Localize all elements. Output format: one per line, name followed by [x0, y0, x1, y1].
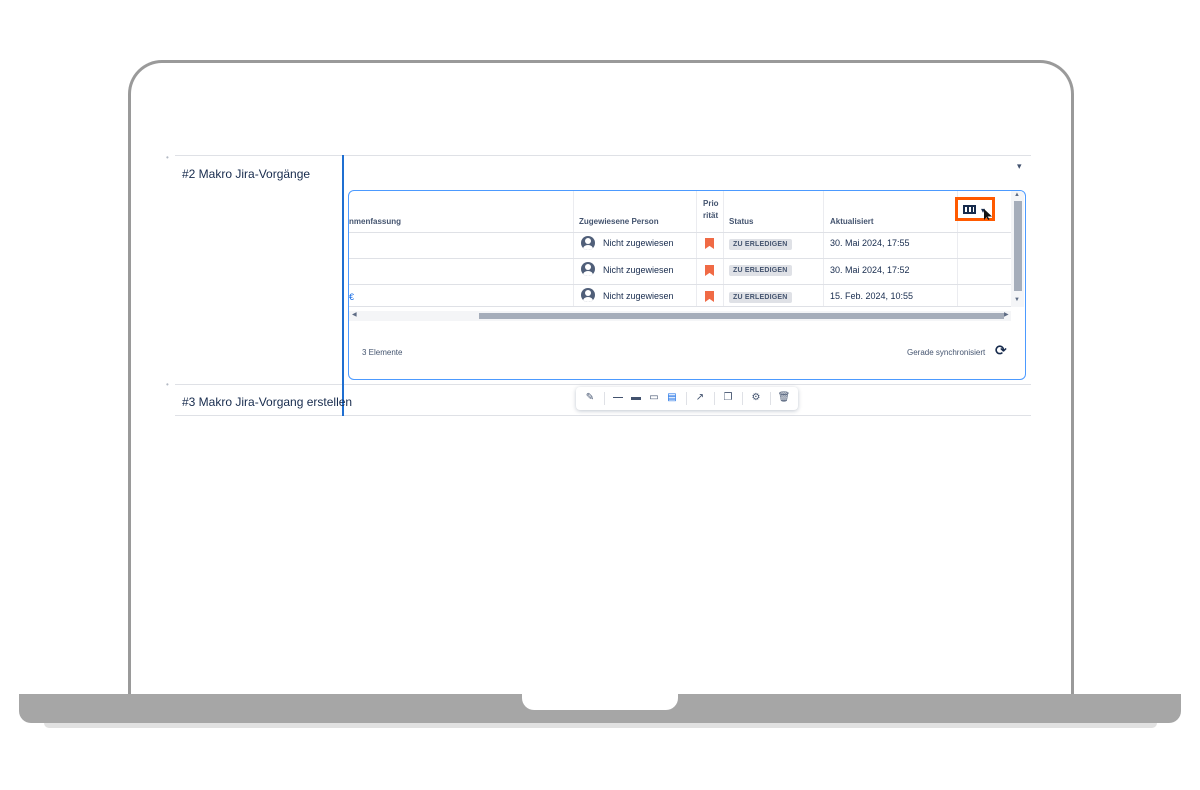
- column-divider: [342, 155, 344, 416]
- line-icon[interactable]: —: [610, 390, 626, 406]
- open-external-icon[interactable]: ↗: [692, 390, 708, 406]
- row-divider: [175, 415, 1031, 416]
- table-row-divider: [349, 258, 1011, 259]
- sync-icon[interactable]: ⟳: [995, 342, 1007, 359]
- settings-icon[interactable]: ⚙: [748, 390, 764, 406]
- inline-card-icon[interactable]: ▬: [628, 390, 644, 406]
- issues-grid: nmenfassung Zugewiesene Person Prio ritä…: [349, 191, 1011, 307]
- status-badge: ZU ERLEDIGEN: [729, 292, 792, 303]
- column-divider: [696, 191, 697, 307]
- row-updated: 30. Mai 2024, 17:55: [830, 238, 910, 248]
- macro-toolbar: ✎ — ▬ ▭ ▤ ↗ ❐ ⚙ 🗑: [576, 387, 798, 410]
- header-divider: [349, 232, 1011, 233]
- vertical-scrollbar[interactable]: ▲ ▼: [1011, 191, 1024, 307]
- header-priority[interactable]: Prio rität: [703, 198, 719, 222]
- toolbar-separator: [714, 392, 715, 405]
- priority-high-icon: [705, 291, 714, 302]
- scroll-up-icon[interactable]: ▲: [1014, 192, 1020, 198]
- row-label-create-issue: #3 Makro Jira-Vorgang erstellen: [182, 395, 353, 409]
- avatar-icon: [581, 288, 595, 302]
- delete-icon[interactable]: 🗑: [776, 390, 792, 406]
- table-bottom-divider: [349, 306, 1011, 307]
- mouse-cursor-icon: [984, 209, 992, 220]
- jira-issues-macro[interactable]: nmenfassung Zugewiesene Person Prio ritä…: [348, 190, 1026, 380]
- header-summary[interactable]: nmenfassung: [349, 216, 401, 228]
- status-badge: ZU ERLEDIGEN: [729, 239, 792, 250]
- toolbar-separator: [686, 392, 687, 405]
- header-updated[interactable]: Aktualisiert: [830, 216, 874, 228]
- row-summary[interactable]: €: [349, 292, 354, 302]
- toolbar-separator: [604, 392, 605, 405]
- row-assignee: Nicht zugewiesen: [603, 291, 674, 301]
- header-status[interactable]: Status: [729, 216, 753, 228]
- avatar-icon: [581, 236, 595, 250]
- item-count: 3 Elemente: [362, 348, 403, 357]
- header-assignee[interactable]: Zugewiesene Person: [579, 216, 659, 228]
- scroll-right-icon[interactable]: ▶: [1004, 311, 1009, 318]
- laptop-notch: [522, 693, 678, 710]
- embed-table-icon[interactable]: ▤: [664, 390, 680, 406]
- toolbar-separator: [742, 392, 743, 405]
- row-assignee: Nicht zugewiesen: [603, 238, 674, 248]
- status-badge: ZU ERLEDIGEN: [729, 265, 792, 276]
- horizontal-scrollbar[interactable]: ◀ ▶: [349, 311, 1011, 321]
- column-divider: [573, 191, 574, 307]
- laptop-base-shadow: [44, 723, 1157, 728]
- column-divider: [723, 191, 724, 307]
- row-handle[interactable]: •: [166, 153, 169, 162]
- row-updated: 15. Feb. 2024, 10:55: [830, 291, 914, 301]
- block-card-icon[interactable]: ▭: [646, 390, 662, 406]
- edit-icon[interactable]: ✎: [582, 390, 598, 406]
- row-divider: [175, 155, 1031, 156]
- chevron-down-icon[interactable]: ▾: [1017, 161, 1022, 172]
- avatar-icon: [581, 262, 595, 276]
- column-picker-button[interactable]: ▾: [955, 197, 995, 221]
- row-updated: 30. Mai 2024, 17:52: [830, 265, 910, 275]
- toolbar-separator: [770, 392, 771, 405]
- scroll-left-icon[interactable]: ◀: [352, 311, 357, 318]
- row-label-jira-issues: #2 Makro Jira-Vorgänge: [182, 167, 311, 181]
- row-assignee: Nicht zugewiesen: [603, 265, 674, 275]
- priority-high-icon: [705, 238, 714, 249]
- priority-high-icon: [705, 265, 714, 276]
- row-divider: [175, 384, 1031, 385]
- vertical-scroll-thumb[interactable]: [1014, 201, 1022, 291]
- scroll-down-icon[interactable]: ▼: [1014, 297, 1020, 303]
- row-handle[interactable]: •: [166, 380, 169, 389]
- sync-status: Gerade synchronisiert: [907, 348, 986, 357]
- column-divider: [823, 191, 824, 307]
- horizontal-scroll-thumb[interactable]: [479, 313, 1004, 319]
- table-row-divider: [349, 284, 1011, 285]
- copy-icon[interactable]: ❐: [720, 390, 736, 406]
- columns-icon: [963, 205, 976, 214]
